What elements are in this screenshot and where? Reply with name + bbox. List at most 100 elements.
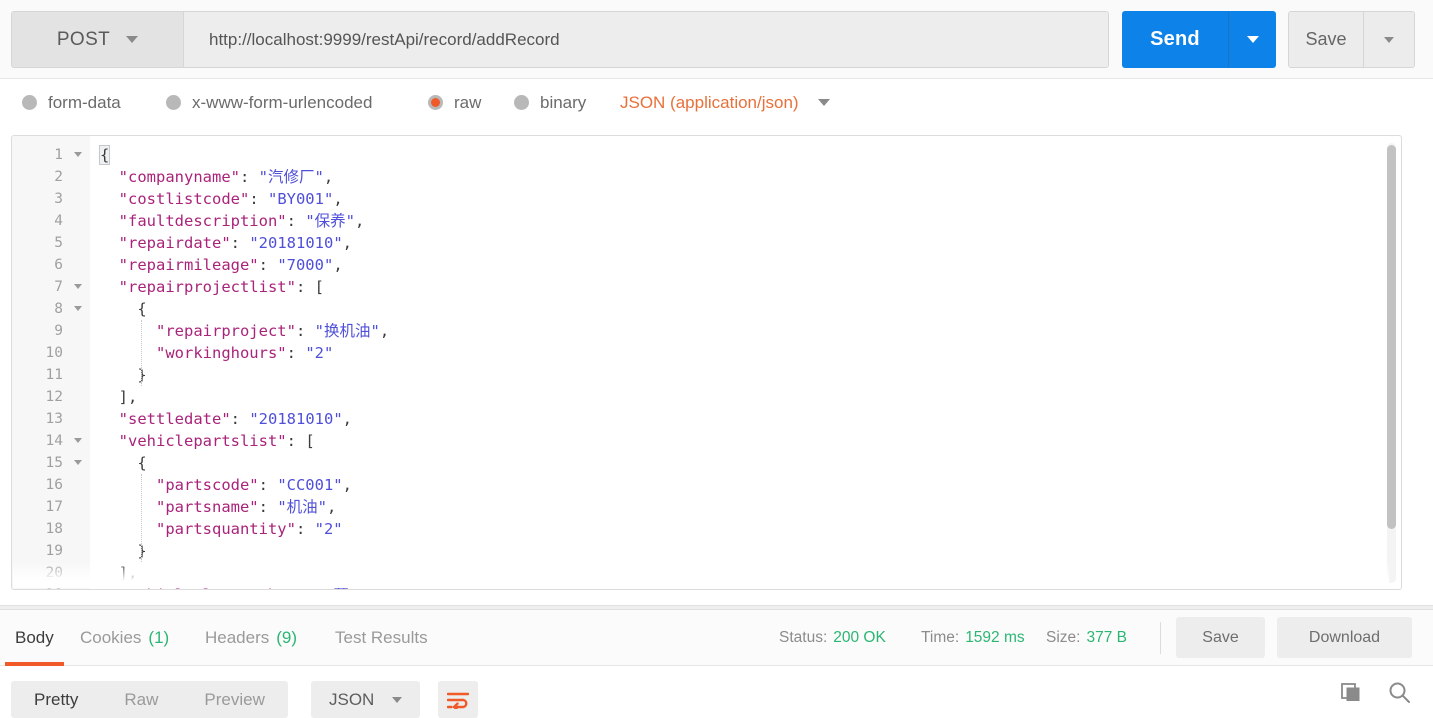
- body-type-row: form-data x-www-form-urlencoded raw binary J…: [0, 79, 1433, 126]
- code-token: "换机油": [314, 322, 380, 340]
- code-token: {: [100, 454, 147, 472]
- code-token: :: [230, 234, 250, 252]
- response-status-value: 200 OK: [833, 629, 886, 646]
- code-token: :: [286, 432, 306, 450]
- response-meta-divider: [1160, 622, 1161, 654]
- request-body-editor[interactable]: 123456789101112131415161718192021 { "com…: [11, 135, 1402, 590]
- copy-icon[interactable]: [1341, 682, 1362, 703]
- code-token: ],: [100, 388, 138, 406]
- editor-gutter: 123456789101112131415161718192021: [12, 136, 90, 589]
- response-language-dropdown[interactable]: JSON: [311, 681, 421, 718]
- response-actions: [1341, 681, 1411, 704]
- send-button[interactable]: Send: [1122, 11, 1228, 68]
- code-token: }: [100, 542, 147, 560]
- fold-arrow-icon[interactable]: [74, 152, 82, 157]
- save-group: Save: [1288, 11, 1415, 68]
- code-token: :: [286, 344, 306, 362]
- content-type-label: JSON (application/json): [620, 92, 799, 112]
- code-token: "workinghours": [100, 344, 287, 362]
- editor-line-number: 10: [45, 345, 63, 361]
- chevron-down-icon: [817, 99, 830, 106]
- code-token: ,: [354, 212, 365, 230]
- code-token: "机油": [277, 498, 327, 516]
- code-token: "vehicleplatenumber": [100, 586, 306, 589]
- editor-scrollbar-track[interactable]: [1387, 143, 1396, 583]
- code-token: "苏B12345": [324, 586, 414, 589]
- editor-code-line: ],: [100, 386, 1401, 408]
- editor-line-number: 20: [45, 565, 63, 581]
- response-status-label: Status:: [779, 629, 828, 646]
- content-type-dropdown[interactable]: JSON (application/json): [620, 93, 830, 113]
- editor-code-line: ],: [100, 562, 1401, 584]
- editor-code-line: "partsquantity": "2": [100, 518, 1401, 540]
- code-token: ,: [379, 322, 390, 340]
- response-language-label: JSON: [329, 689, 375, 709]
- editor-code-line: {: [98, 144, 1401, 166]
- code-token: ,: [333, 256, 343, 274]
- body-type-radio-binary[interactable]: binary: [514, 93, 586, 113]
- chevron-down-icon: [1384, 36, 1394, 43]
- postman-window: POST Send Save form-data x-www-form-urlen…: [0, 0, 1433, 718]
- http-method-dropdown[interactable]: POST: [12, 12, 184, 67]
- chevron-down-icon: [392, 696, 403, 703]
- response-size-meta: Size: 377 B: [1046, 610, 1127, 666]
- body-type-label: binary: [540, 92, 587, 112]
- indent-guide: [141, 474, 142, 562]
- wrap-lines-button[interactable]: [438, 681, 478, 718]
- code-token: :: [230, 410, 250, 428]
- code-token: :: [295, 278, 315, 296]
- response-size-value: 377 B: [1086, 629, 1127, 646]
- response-view-pretty[interactable]: Pretty: [11, 681, 101, 718]
- send-options-button[interactable]: [1228, 11, 1276, 68]
- download-response-button[interactable]: Download: [1277, 617, 1412, 658]
- response-time-meta: Time: 1592 ms: [921, 610, 1025, 666]
- editor-code-line: }: [100, 364, 1401, 386]
- code-token: ,: [342, 234, 352, 252]
- response-view-raw[interactable]: Raw: [101, 681, 181, 718]
- fold-arrow-icon[interactable]: [74, 284, 82, 289]
- editor-code-area[interactable]: { "companyname": "汽修厂", "costlistcode": …: [90, 136, 1401, 589]
- response-tab-body[interactable]: Body: [5, 610, 64, 666]
- editor-line-number: 16: [45, 477, 63, 493]
- response-tab-label: Body: [15, 628, 54, 647]
- send-group: Send: [1122, 11, 1276, 68]
- response-tab-test-results[interactable]: Test Results: [325, 610, 438, 666]
- code-token: "2": [305, 344, 334, 362]
- save-options-button[interactable]: [1364, 12, 1414, 67]
- editor-line-number: 7: [12, 276, 90, 298]
- response-tab-count: (9): [276, 628, 298, 647]
- response-view-preview[interactable]: Preview: [181, 681, 287, 718]
- code-token: :: [295, 322, 315, 340]
- fold-arrow-icon[interactable]: [74, 460, 82, 465]
- body-type-radio-raw[interactable]: raw: [428, 93, 481, 113]
- editor-line-number: 8: [12, 298, 90, 320]
- radio-selected-icon: [428, 95, 443, 110]
- code-token: ,: [342, 476, 352, 494]
- body-type-radio-x-www-form-urlencoded[interactable]: x-www-form-urlencoded: [166, 93, 372, 113]
- code-token: "companyname": [100, 168, 240, 186]
- editor-line-number: 12: [45, 389, 63, 405]
- fold-arrow-icon[interactable]: [74, 438, 82, 443]
- code-token: "faultdescription": [100, 212, 287, 230]
- code-token: "汽修厂": [258, 168, 324, 186]
- code-token: :: [286, 212, 306, 230]
- body-type-radio-form-data[interactable]: form-data: [22, 93, 121, 113]
- search-icon[interactable]: [1388, 681, 1411, 704]
- code-token: "partsquantity": [100, 520, 296, 538]
- response-tab-headers[interactable]: Headers (9): [195, 610, 307, 666]
- save-response-button[interactable]: Save: [1176, 617, 1265, 658]
- code-token: "repairprojectlist": [100, 278, 296, 296]
- code-token: :: [258, 498, 278, 516]
- editor-line-number: 13: [45, 411, 63, 427]
- code-token: "repairmileage": [100, 256, 259, 274]
- fold-arrow-icon[interactable]: [74, 306, 82, 311]
- code-token: ,: [333, 190, 343, 208]
- response-tab-cookies[interactable]: Cookies (1): [70, 610, 179, 666]
- code-token: "7000": [277, 256, 334, 274]
- url-group: POST: [11, 11, 1109, 68]
- request-url-input[interactable]: [184, 12, 1108, 67]
- editor-scrollbar-thumb[interactable]: [1387, 145, 1396, 529]
- code-token: ,: [326, 498, 337, 516]
- radio-unselected-icon: [22, 95, 37, 110]
- save-request-button[interactable]: Save: [1289, 12, 1364, 67]
